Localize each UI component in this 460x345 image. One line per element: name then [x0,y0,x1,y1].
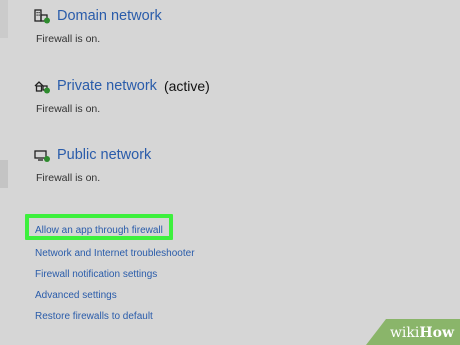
firewall-links: Allow an app through firewall Network an… [35,223,195,327]
public-network-section: Public network Firewall is on. [34,146,151,184]
public-network-status: Firewall is on. [36,172,101,184]
private-network-title[interactable]: Private network [57,78,157,94]
scrollbar-top [0,0,8,38]
public-network-icon [34,147,50,163]
private-network-section: Private network (active) Firewall is on. [34,77,210,115]
notification-settings-link[interactable]: Firewall notification settings [35,264,195,285]
active-badge: (active) [163,78,210,94]
private-network-status: Firewall is on. [36,103,101,115]
domain-network-icon [34,8,50,24]
restore-defaults-link[interactable]: Restore firewalls to default [35,306,195,327]
domain-network-section: Domain network Firewall is on. [34,7,162,45]
private-network-icon [34,78,50,94]
domain-network-status: Firewall is on. [36,33,101,45]
domain-network-title[interactable]: Domain network [57,8,162,24]
advanced-settings-link[interactable]: Advanced settings [35,285,195,306]
troubleshooter-link[interactable]: Network and Internet troubleshooter [35,243,195,264]
wikihow-watermark: wikiHow [389,325,454,341]
allow-app-link[interactable]: Allow an app through firewall [35,223,195,239]
scrollbar-thumb[interactable] [0,160,8,188]
public-network-title[interactable]: Public network [57,147,151,163]
